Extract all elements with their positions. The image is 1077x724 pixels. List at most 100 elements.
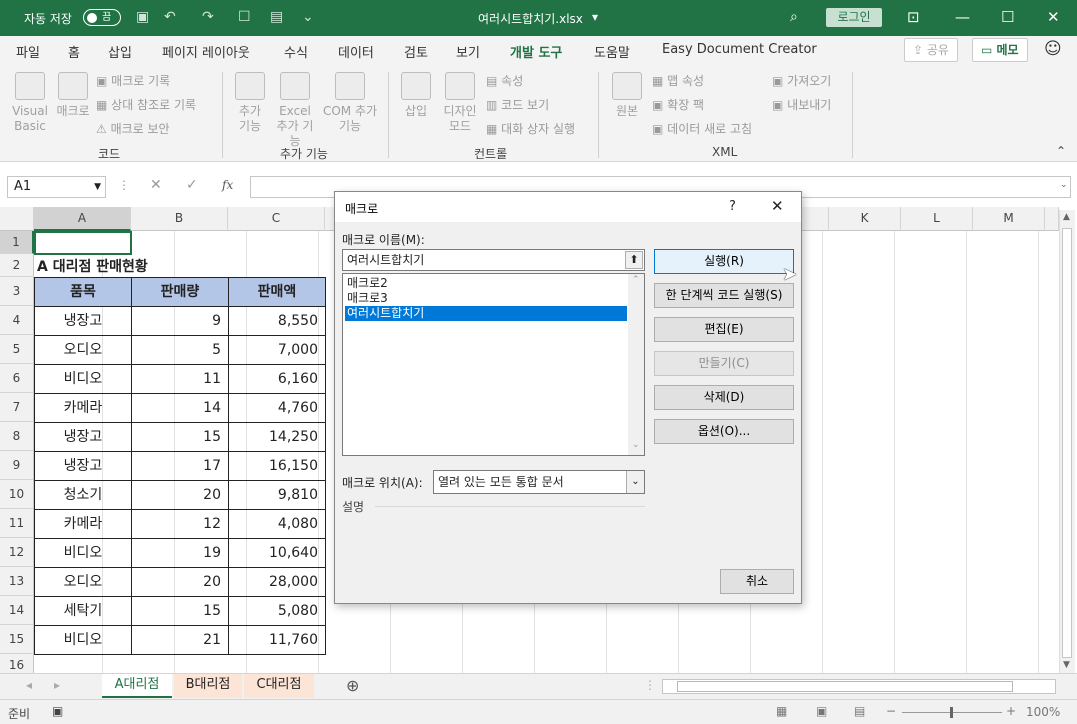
table-cell[interactable]: 비디오 [34,364,132,394]
row-header[interactable]: 1 [0,231,34,254]
menu-formulas[interactable]: 수식 [284,42,308,61]
split-handle-icon[interactable]: ⋮ [644,678,656,692]
select-all-corner[interactable] [0,207,34,231]
step-into-button[interactable]: 한 단계씩 코드 실행(S) [654,283,794,308]
row-header[interactable]: 2 [0,254,34,277]
menu-home[interactable]: 홈 [68,42,80,61]
column-header[interactable] [1045,207,1059,231]
row-header[interactable]: 12 [0,538,34,567]
minimize-icon[interactable]: — [955,8,970,26]
table-header-cell[interactable]: 품목 [34,277,132,307]
macro-list-item[interactable]: 여러시트합치기 [345,306,627,321]
document-title[interactable]: 여러시트합치기.xlsx [478,10,583,27]
collapse-ribbon-icon[interactable]: ⌃ [1056,144,1066,158]
column-header[interactable]: M [973,207,1045,231]
run-button[interactable]: 실행(R) [654,249,794,274]
menu-help[interactable]: 도움말 [594,42,630,61]
table-cell[interactable]: 16,150 [228,451,326,481]
table-title[interactable]: A 대리점 판매현황 [37,256,148,276]
delete-button[interactable]: 삭제(D) [654,385,794,410]
macro-list-item[interactable]: 매크로2 [345,276,627,291]
options-button[interactable]: 옵션(O)... [654,419,794,444]
feedback-smiley-icon[interactable]: ☺ [1044,39,1062,59]
table-cell[interactable]: 19 [131,538,229,568]
table-cell[interactable]: 7,000 [228,335,326,365]
table-cell[interactable]: 20 [131,480,229,510]
zoom-level[interactable]: 100% [1026,705,1060,719]
horizontal-scrollbar[interactable] [662,679,1056,694]
zoom-out-icon[interactable]: − [886,704,896,718]
table-cell[interactable]: 비디오 [34,538,132,568]
table-header-cell[interactable]: 판매량 [131,277,229,307]
menu-insert[interactable]: 삽입 [108,42,132,61]
dialog-close-icon[interactable]: ✕ [771,197,784,215]
table-cell[interactable]: 냉장고 [34,422,132,452]
table-cell[interactable]: 6,160 [228,364,326,394]
table-cell[interactable]: 냉장고 [34,451,132,481]
menu-page-layout[interactable]: 페이지 레이아웃 [162,42,250,61]
menu-review[interactable]: 검토 [404,42,428,61]
menu-view[interactable]: 보기 [456,42,480,61]
macro-security-button[interactable]: ⚠ 매크로 보안 [96,120,170,137]
excel-addins-button[interactable]: Excel 추가 기능 [272,72,318,149]
upload-arrow-icon[interactable]: ⬆ [625,251,643,269]
menu-data[interactable]: 데이터 [338,42,374,61]
expand-formula-icon[interactable]: ⌄ [1060,180,1068,190]
active-cell[interactable] [34,231,132,255]
new-document-icon[interactable]: ☐ [238,9,251,25]
row-header[interactable]: 8 [0,422,34,451]
table-cell[interactable]: 세탁기 [34,596,132,626]
confirm-entry-icon[interactable]: ✓ [186,177,198,193]
table-cell[interactable]: 9 [131,306,229,336]
table-cell[interactable]: 11 [131,364,229,394]
menu-easy-document-creator[interactable]: Easy Document Creator [662,42,817,57]
insert-control-button[interactable]: 삽입 [398,72,434,119]
cancel-button[interactable]: 취소 [720,569,794,594]
list-scroll-up-icon[interactable]: ⌃ [632,275,640,285]
column-header[interactable]: B [131,207,228,231]
macro-list-scrollbar[interactable]: ⌃ ⌄ [628,274,644,455]
row-header[interactable]: 10 [0,480,34,509]
xml-source-button[interactable]: 원본 [608,72,646,119]
relative-reference-button[interactable]: ▦ 상대 참조로 기록 [96,96,196,113]
macro-name-input[interactable]: 여러시트합치기 ⬆ [342,249,645,271]
row-header[interactable]: 14 [0,596,34,625]
chevron-down-icon[interactable]: ⌄ [626,471,644,493]
column-header[interactable]: L [901,207,973,231]
refresh-data-button[interactable]: ▣ 데이터 새로 고침 [652,120,752,137]
row-header[interactable]: 7 [0,393,34,422]
row-header[interactable]: 6 [0,364,34,393]
table-cell[interactable]: 오디오 [34,335,132,365]
table-cell[interactable]: 8,550 [228,306,326,336]
record-macro-button[interactable]: ▣ 매크로 기록 [96,72,170,89]
row-header[interactable]: 5 [0,335,34,364]
sheet-tab-a[interactable]: A대리점 [102,674,172,698]
autosave-toggle[interactable]: 끔 [83,9,121,26]
row-header[interactable]: 11 [0,509,34,538]
table-cell[interactable]: 21 [131,625,229,655]
page-break-view-icon[interactable]: ▤ [854,704,865,718]
close-icon[interactable]: ✕ [1047,8,1060,26]
title-dropdown-icon[interactable]: ▾ [592,10,598,24]
column-header[interactable]: A [34,207,131,231]
cancel-entry-icon[interactable]: ✕ [150,177,162,193]
insert-function-icon[interactable]: fx [222,178,233,192]
view-code-button[interactable]: ▥ 코드 보기 [486,96,549,113]
row-header[interactable]: 9 [0,451,34,480]
login-button[interactable]: 로그인 [826,8,882,27]
table-cell[interactable]: 12 [131,509,229,539]
row-header[interactable]: 16 [0,654,34,673]
undo-icon[interactable]: ↶ [164,9,176,25]
macro-list-item[interactable]: 매크로3 [345,291,627,306]
zoom-slider-handle[interactable] [950,707,953,718]
add-sheet-icon[interactable]: ⊕ [346,676,359,695]
expansion-pack-button[interactable]: ▣ 확장 팩 [652,96,704,113]
row-header[interactable]: 4 [0,306,34,335]
accessibility-icon[interactable]: ▣ [52,704,63,718]
row-header[interactable]: 15 [0,625,34,654]
name-box-dropdown-icon[interactable]: ▼ [94,177,101,197]
table-cell[interactable]: 카메라 [34,393,132,423]
table-cell[interactable]: 오디오 [34,567,132,597]
addins-button[interactable]: 추가 기능 [232,72,268,134]
layout-icon[interactable]: ▤ [270,9,283,25]
